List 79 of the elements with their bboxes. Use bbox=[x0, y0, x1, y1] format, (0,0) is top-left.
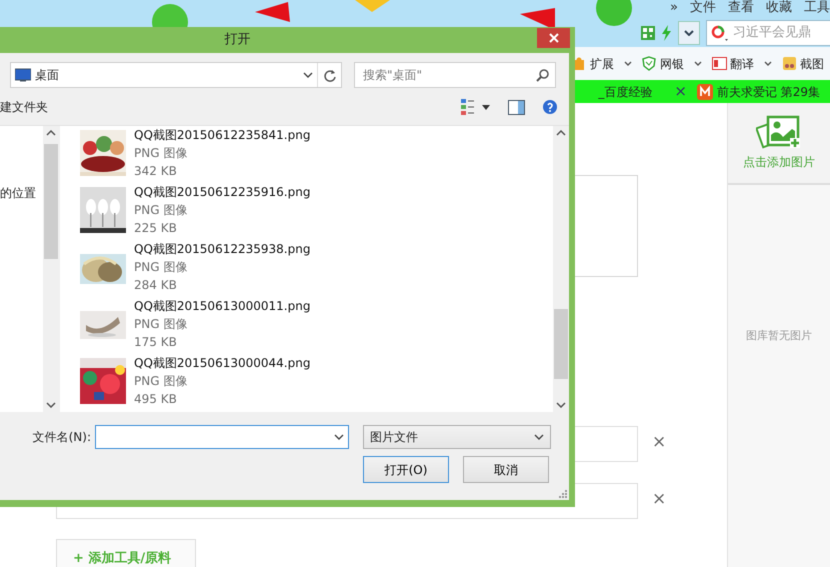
file-name: QQ截图20150613000044.png bbox=[134, 355, 310, 372]
open-button[interactable]: 打开(O) bbox=[363, 456, 449, 483]
desktop-icon bbox=[15, 68, 31, 82]
search-field[interactable]: 搜索"桌面" bbox=[354, 62, 556, 88]
file-name: QQ截图20150612235938.png bbox=[134, 241, 310, 258]
close-button[interactable] bbox=[537, 28, 570, 48]
add-image-icon bbox=[756, 115, 802, 149]
remove-button[interactable]: × bbox=[652, 491, 666, 508]
scroll-up-icon[interactable] bbox=[46, 130, 56, 136]
video-icon bbox=[696, 84, 713, 100]
refresh-icon bbox=[323, 68, 336, 82]
search-icon bbox=[711, 24, 729, 42]
toolbar-button[interactable]: 截图 bbox=[782, 54, 824, 72]
menu-item[interactable]: 查看 bbox=[728, 0, 754, 15]
toolbar-button[interactable]: 翻译 bbox=[712, 54, 754, 72]
bookmark-tab[interactable]: _百度经验 bbox=[598, 82, 652, 100]
scroll-up-icon[interactable] bbox=[556, 130, 566, 136]
file-size: 495 KB bbox=[134, 391, 178, 408]
file-name: QQ截图20150612235841.png bbox=[134, 127, 310, 144]
caret-icon[interactable] bbox=[624, 61, 632, 66]
view-icon bbox=[461, 99, 474, 115]
caret-icon[interactable] bbox=[694, 61, 702, 66]
file-size: 225 KB bbox=[134, 220, 178, 237]
file-type: PNG 图像 bbox=[134, 316, 188, 333]
bookmark-tab[interactable]: 前夫求爱记 第29集 bbox=[716, 82, 820, 100]
view-menu-button[interactable] bbox=[461, 99, 490, 115]
menu-item[interactable]: 文件 bbox=[690, 0, 716, 15]
menu-item[interactable]: » bbox=[670, 0, 678, 15]
puzzle-icon bbox=[572, 56, 587, 71]
file-type: PNG 图像 bbox=[134, 259, 188, 276]
file-item[interactable]: QQ截图20150612235841.png PNG 图像 342 KB bbox=[60, 126, 553, 183]
close-icon bbox=[548, 33, 558, 43]
search-icon bbox=[536, 68, 549, 82]
file-item[interactable]: QQ截图20150613000011.png PNG 图像 175 KB bbox=[60, 297, 553, 354]
file-type: PNG 图像 bbox=[134, 145, 188, 162]
window-title: 打开 bbox=[224, 31, 250, 50]
close-icon[interactable]: × bbox=[674, 80, 687, 103]
resize-grip-icon[interactable] bbox=[559, 490, 567, 498]
chevron-icon bbox=[684, 30, 694, 36]
filename-label: 文件名(N): bbox=[32, 429, 92, 446]
scroll-down-icon[interactable] bbox=[46, 402, 56, 408]
menu-item[interactable]: 工具 bbox=[804, 0, 830, 15]
help-icon[interactable] bbox=[543, 100, 557, 114]
scrollbar-thumb[interactable] bbox=[554, 309, 568, 379]
chevron-icon bbox=[334, 434, 344, 440]
file-item[interactable]: QQ截图20150612235938.png PNG 图像 284 KB bbox=[60, 240, 553, 297]
file-name: QQ截图20150612235916.png bbox=[134, 184, 310, 201]
file-name: QQ截图20150613000011.png bbox=[134, 298, 310, 315]
file-type: PNG 图像 bbox=[134, 373, 188, 390]
diamond-decoration bbox=[355, 0, 390, 12]
triangle-decoration bbox=[255, 2, 290, 22]
location-combobox[interactable]: 桌面 bbox=[10, 62, 342, 88]
file-type: PNG 图像 bbox=[134, 202, 188, 219]
new-folder-button[interactable]: 建文件夹 bbox=[0, 98, 461, 116]
shield-icon bbox=[642, 56, 657, 71]
toolbar-button[interactable]: 网银 bbox=[642, 54, 684, 72]
triangle-decoration bbox=[520, 8, 555, 27]
file-type-select[interactable]: 图片文件 bbox=[363, 425, 551, 449]
caret-icon[interactable] bbox=[764, 61, 772, 66]
qr-code-icon[interactable] bbox=[641, 26, 655, 40]
nav-item[interactable]: 的位置 bbox=[0, 184, 36, 202]
dropdown-button[interactable] bbox=[678, 21, 700, 45]
chevron-icon bbox=[303, 72, 313, 78]
circle-decoration bbox=[152, 4, 188, 27]
chevron-icon bbox=[534, 434, 544, 440]
scrollbar-thumb[interactable] bbox=[44, 144, 58, 259]
file-size: 284 KB bbox=[134, 277, 178, 294]
scroll-down-icon[interactable] bbox=[556, 402, 566, 408]
file-size: 342 KB bbox=[134, 163, 178, 180]
menu-item[interactable]: 收藏 bbox=[766, 0, 792, 15]
empty-gallery-text: 图库暂无图片 bbox=[746, 328, 812, 344]
filename-combobox[interactable] bbox=[95, 425, 349, 449]
circle-decoration bbox=[596, 0, 632, 26]
file-item[interactable]: QQ截图20150613000044.png PNG 图像 495 KB bbox=[60, 354, 553, 411]
file-item[interactable]: QQ截图20150612235916.png PNG 图像 225 KB bbox=[60, 183, 553, 240]
file-size: 175 KB bbox=[134, 334, 178, 351]
cancel-button[interactable]: 取消 bbox=[463, 456, 549, 483]
remove-button[interactable]: × bbox=[652, 434, 666, 451]
preview-pane-icon[interactable] bbox=[508, 100, 525, 114]
